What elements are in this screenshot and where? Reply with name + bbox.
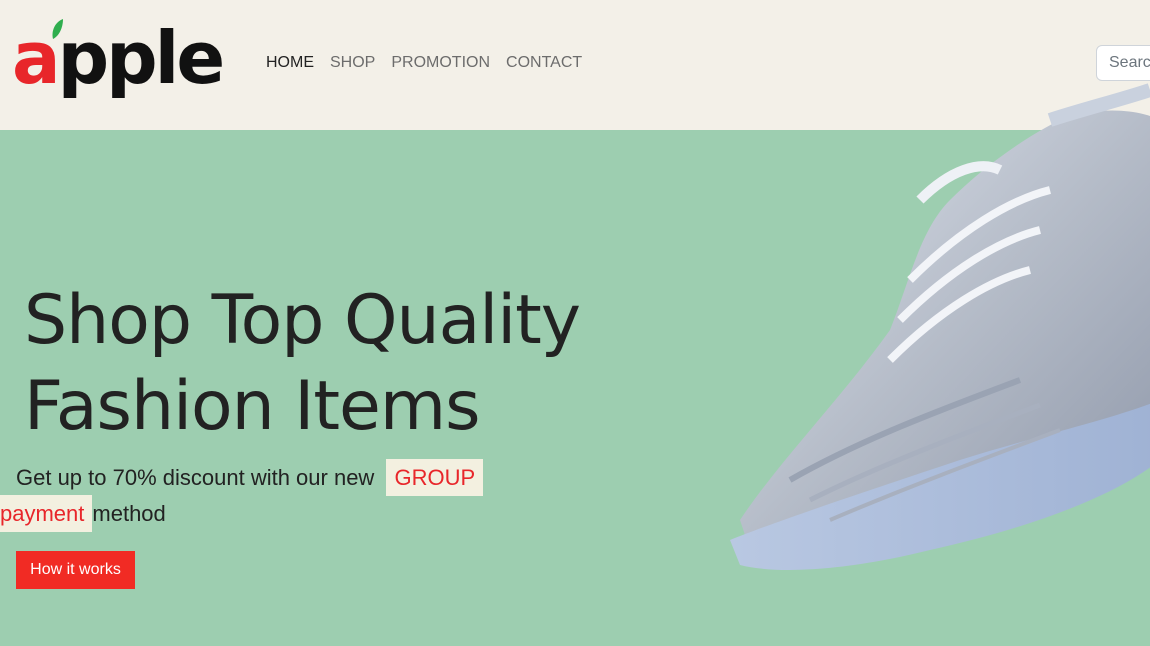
- main-nav: HOME SHOP PROMOTION CONTACT: [266, 53, 582, 73]
- nav-promotion[interactable]: PROMOTION: [391, 53, 490, 73]
- how-it-works-button[interactable]: How it works: [16, 551, 135, 589]
- hero-title-line1: Shop Top Quality: [24, 281, 581, 360]
- hero-sub-after: method: [92, 501, 166, 526]
- logo-rest: pple: [57, 16, 226, 100]
- nav-shop[interactable]: SHOP: [330, 53, 375, 73]
- hero-subtitle: Get up to 70% discount with our new GROU…: [0, 459, 516, 532]
- highlight-group: GROUP: [386, 459, 484, 496]
- sneaker-image: [730, 83, 1150, 570]
- hero-title-line2: Fashion Items: [24, 367, 480, 446]
- logo-text: apple: [12, 16, 226, 100]
- nav-home[interactable]: HOME: [266, 53, 314, 73]
- hero-sub-before: Get up to 70% discount with our new: [16, 465, 375, 490]
- search-input[interactable]: [1096, 45, 1150, 81]
- hero-title: Shop Top Quality Fashion Items: [24, 278, 644, 450]
- nav-contact[interactable]: CONTACT: [506, 53, 582, 73]
- highlight-payment: payment: [0, 495, 93, 532]
- brand-logo[interactable]: apple: [12, 14, 227, 104]
- leaf-icon: [52, 19, 63, 39]
